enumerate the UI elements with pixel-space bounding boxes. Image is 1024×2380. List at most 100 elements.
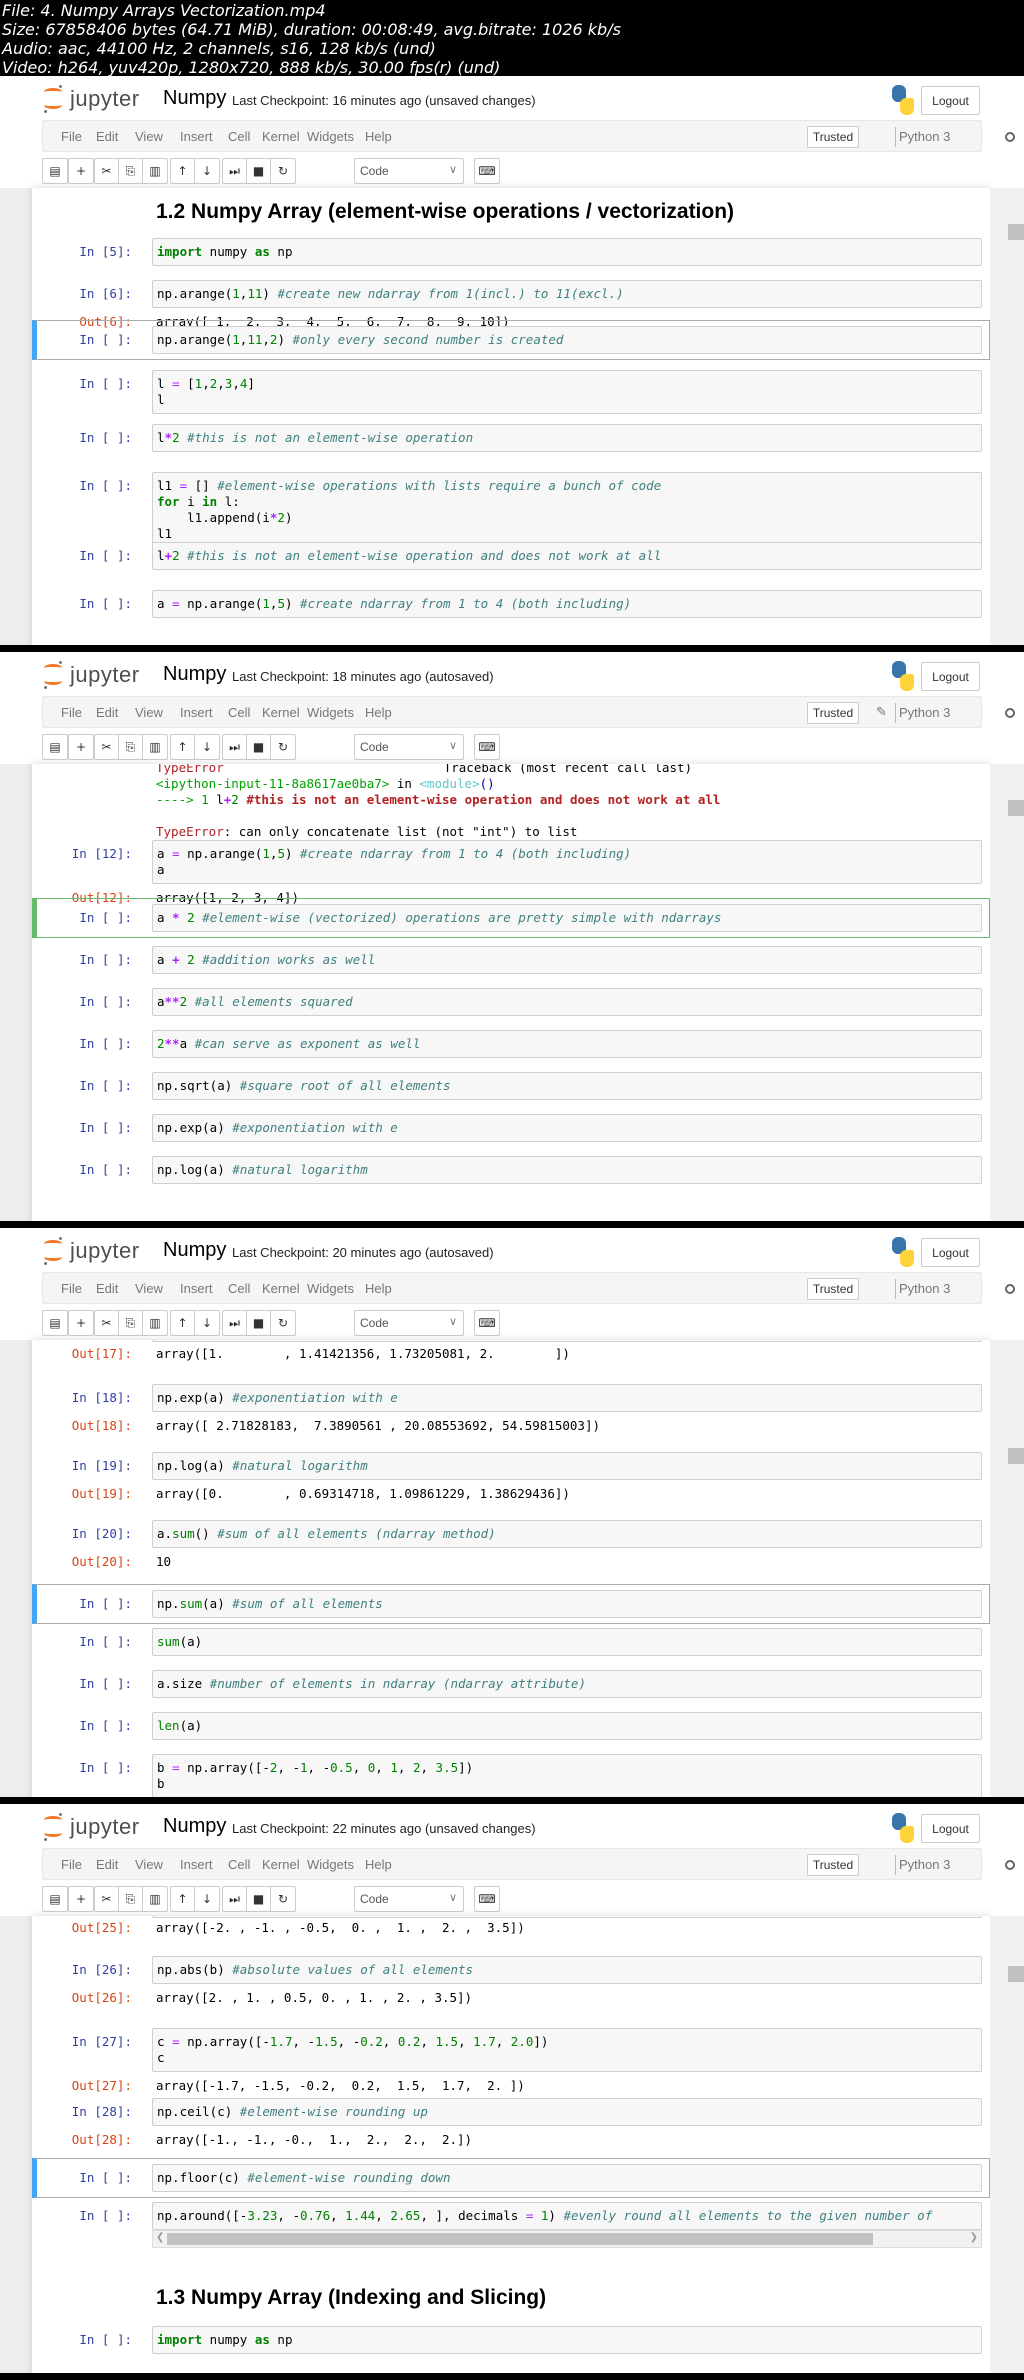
code-input[interactable]: np.around([-3.23, -0.76, 1.44, 2.65, ], …: [152, 2202, 982, 2230]
code-input[interactable]: l+2 #this is not an element-wise operati…: [152, 542, 982, 570]
notebook-cell[interactable]: In [ ]: sum(a): [32, 1628, 990, 1656]
notebook-cell[interactable]: In [ ]: l = [1,2,3,4] l: [32, 370, 990, 414]
menu-edit[interactable]: Edit: [96, 1281, 118, 1296]
menu-view[interactable]: View: [135, 129, 163, 144]
stop-button[interactable]: ■: [247, 1311, 271, 1335]
save-button[interactable]: ▤: [43, 1311, 67, 1335]
save-button[interactable]: ▤: [43, 735, 67, 759]
logout-button[interactable]: Logout: [921, 1238, 980, 1267]
arrow-up-button[interactable]: ↑: [171, 1887, 195, 1911]
cut-button[interactable]: ✂: [95, 735, 119, 759]
scrollbar-thumb[interactable]: [1008, 224, 1024, 240]
stop-button[interactable]: ■: [247, 1887, 271, 1911]
code-input[interactable]: np.sum(a) #sum of all elements: [152, 1590, 982, 1618]
scroll-right-icon[interactable]: ❯: [970, 2232, 978, 2243]
save-button[interactable]: ▤: [43, 1887, 67, 1911]
code-input[interactable]: a.sum() #sum of all elements (ndarray me…: [152, 1520, 982, 1548]
plus-button[interactable]: +: [69, 1311, 93, 1335]
copy-button[interactable]: ⎘: [119, 1887, 143, 1911]
notebook-cell[interactable]: In [5]: import numpy as np: [32, 238, 990, 266]
notebook-cell[interactable]: In [ ]: a + 2 #addition works as well: [32, 946, 990, 974]
code-input[interactable]: [152, 1916, 982, 1918]
menu-kernel[interactable]: Kernel: [262, 1857, 300, 1872]
arrow-down-button[interactable]: ↓: [195, 1311, 219, 1335]
jupyter-logo[interactable]: jupyter: [42, 1812, 162, 1842]
kernel-name[interactable]: Python 3: [899, 705, 950, 720]
notebook-cell[interactable]: In [ ]: np.log(a) #natural logarithm: [32, 1156, 990, 1184]
notebook-cell[interactable]: In [ ]: a.size #number of elements in nda…: [32, 1670, 990, 1698]
jupyter-logo[interactable]: jupyter: [42, 84, 162, 114]
logout-button[interactable]: Logout: [921, 86, 980, 115]
menu-file[interactable]: File: [61, 129, 82, 144]
notebook-name[interactable]: Numpy: [163, 1239, 226, 1262]
code-input[interactable]: np.sqrt(a) #square root of all elements: [152, 1072, 982, 1100]
menu-edit[interactable]: Edit: [96, 705, 118, 720]
menu-widgets[interactable]: Widgets: [307, 1281, 354, 1296]
restart-button[interactable]: ↻: [271, 1887, 295, 1911]
notebook-cell[interactable]: In [28]: np.ceil(c) #element-wise roundin…: [32, 2098, 990, 2150]
notebook-cell[interactable]: In [ ]: l*2 #this is not an element-wise …: [32, 424, 990, 452]
code-input[interactable]: l = [1,2,3,4] l: [152, 370, 982, 414]
notebook-cell[interactable]: In [ ]: l1 = [] #element-wise operations …: [32, 472, 990, 548]
code-input[interactable]: np.log(a) #natural logarithm: [152, 1156, 982, 1184]
code-input[interactable]: np.abs(b) #absolute values of all elemen…: [152, 1956, 982, 1984]
code-input[interactable]: l*2 #this is not an element-wise operati…: [152, 424, 982, 452]
menu-view[interactable]: View: [135, 705, 163, 720]
notebook-cell[interactable]: In [20]: a.sum() #sum of all elements (nd…: [32, 1520, 990, 1572]
cut-button[interactable]: ✂: [95, 159, 119, 183]
trusted-badge[interactable]: Trusted: [807, 1278, 859, 1300]
paste-button[interactable]: ▥: [143, 159, 167, 183]
plus-button[interactable]: +: [69, 159, 93, 183]
menu-edit[interactable]: Edit: [96, 129, 118, 144]
menu-insert[interactable]: Insert: [180, 129, 213, 144]
code-input[interactable]: a**2 #all elements squared: [152, 988, 982, 1016]
notebook-name[interactable]: Numpy: [163, 87, 226, 110]
step-forward-button[interactable]: ⏭: [223, 159, 247, 183]
trusted-badge[interactable]: Trusted: [807, 702, 859, 724]
notebook-cell[interactable]: Out[25]: array([-2. , -1. , -0.5, 0. , 1.…: [32, 1920, 990, 1938]
code-input[interactable]: [152, 1340, 982, 1342]
menu-view[interactable]: View: [135, 1281, 163, 1296]
plus-button[interactable]: +: [69, 735, 93, 759]
vertical-scrollbar[interactable]: [990, 1916, 1024, 2373]
notebook-cell[interactable]: In [19]: np.log(a) #natural logarithm Out[…: [32, 1452, 990, 1504]
notebook-cell[interactable]: In [ ]: np.exp(a) #exponentiation with e: [32, 1114, 990, 1142]
menu-file[interactable]: File: [61, 1857, 82, 1872]
notebook-cell[interactable]: In [ ]: len(a): [32, 1712, 990, 1740]
menu-help[interactable]: Help: [365, 129, 392, 144]
horizontal-scrollbar[interactable]: ❮ ❯: [152, 2230, 982, 2248]
code-input[interactable]: import numpy as np: [152, 2326, 982, 2354]
arrow-down-button[interactable]: ↓: [195, 1887, 219, 1911]
keyboard-button[interactable]: ⌨: [475, 735, 499, 759]
code-input[interactable]: np.log(a) #natural logarithm: [152, 1452, 982, 1480]
menu-cell[interactable]: Cell: [228, 129, 250, 144]
cut-button[interactable]: ✂: [95, 1311, 119, 1335]
jupyter-logo[interactable]: jupyter: [42, 1236, 162, 1266]
notebook-cell[interactable]: In [ ]: np.sqrt(a) #square root of all el…: [32, 1072, 990, 1100]
menu-help[interactable]: Help: [365, 1281, 392, 1296]
keyboard-button[interactable]: ⌨: [475, 1887, 499, 1911]
notebook-cell[interactable]: In [ ]: import numpy as np: [32, 2326, 990, 2354]
notebook-cell[interactable]: In [26]: np.abs(b) #absolute values of al…: [32, 1956, 990, 2008]
vertical-scrollbar[interactable]: [990, 764, 1024, 1221]
code-input[interactable]: sum(a): [152, 1628, 982, 1656]
kernel-name[interactable]: Python 3: [899, 129, 950, 144]
menu-cell[interactable]: Cell: [228, 705, 250, 720]
notebook-cell[interactable]: In [ ]: b = np.array([-2, -1, -0.5, 0, 1,…: [32, 1754, 990, 1797]
restart-button[interactable]: ↻: [271, 159, 295, 183]
menu-insert[interactable]: Insert: [180, 1857, 213, 1872]
code-input[interactable]: a + 2 #addition works as well: [152, 946, 982, 974]
code-input[interactable]: np.floor(c) #element-wise rounding down: [152, 2164, 982, 2192]
code-input[interactable]: import numpy as np: [152, 238, 982, 266]
arrow-up-button[interactable]: ↑: [171, 159, 195, 183]
kernel-name[interactable]: Python 3: [899, 1281, 950, 1296]
scroll-left-icon[interactable]: ❮: [156, 2232, 164, 2243]
notebook-cell[interactable]: In [ ]: a**2 #all elements squared: [32, 988, 990, 1016]
scrollbar-thumb[interactable]: [167, 2233, 873, 2245]
notebook-cell[interactable]: In [ ]: a * 2 #element-wise (vectorized) …: [32, 898, 990, 938]
notebook-cell[interactable]: In [ ]: a = np.arange(1,5) #create ndarra…: [32, 590, 990, 618]
notebook-name[interactable]: Numpy: [163, 1815, 226, 1838]
menu-edit[interactable]: Edit: [96, 1857, 118, 1872]
code-input[interactable]: np.exp(a) #exponentiation with e: [152, 1114, 982, 1142]
step-forward-button[interactable]: ⏭: [223, 735, 247, 759]
